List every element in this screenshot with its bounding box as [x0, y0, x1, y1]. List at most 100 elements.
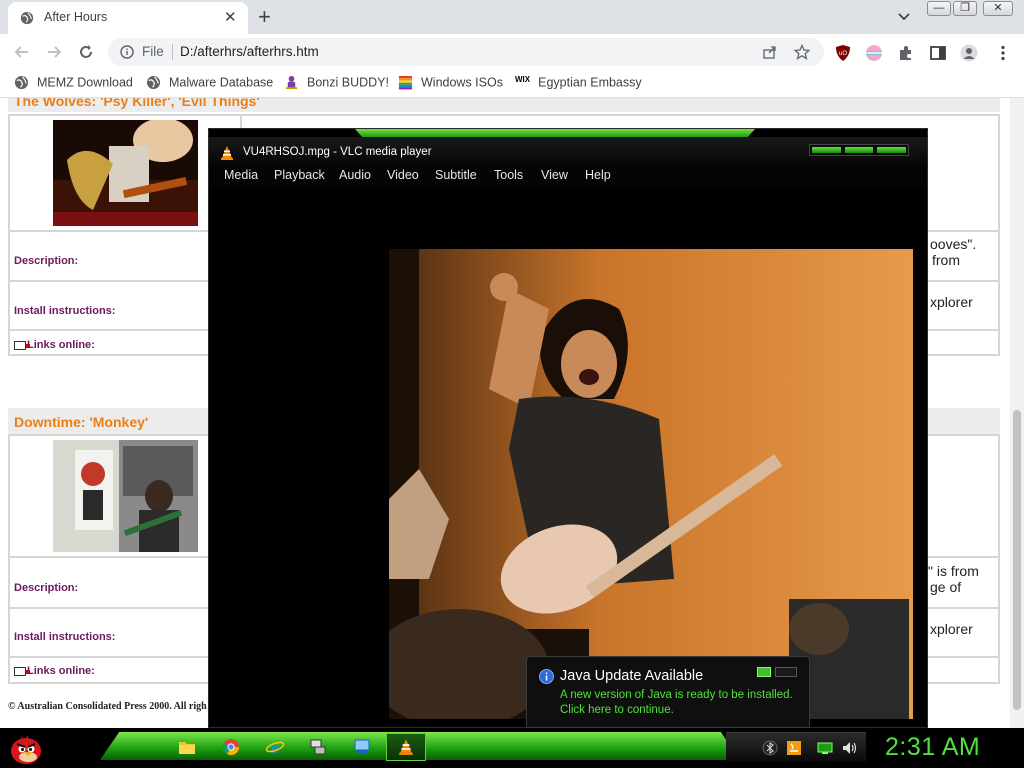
- vlc-menu-media[interactable]: Media: [224, 168, 258, 182]
- section-title-wolves: The Wolves: 'Psy Killer', 'Evil Things': [14, 98, 260, 109]
- extensions-puzzle-icon[interactable]: [897, 44, 915, 62]
- tab-after-hours[interactable]: After Hours ✕: [8, 2, 248, 34]
- vlc-menu-video[interactable]: Video: [387, 168, 419, 182]
- svg-text:e: e: [271, 738, 279, 756]
- description-text-fragment: ge of: [930, 579, 962, 595]
- svg-text:uO: uO: [839, 51, 847, 57]
- address-scheme: File: [142, 44, 164, 59]
- taskbar: e 2:31 AM: [0, 728, 1024, 768]
- vlc-window[interactable]: VU4RHSOJ.mpg - VLC media player Media Pl…: [208, 128, 928, 728]
- tab-search-chevron-icon[interactable]: [896, 8, 912, 24]
- description-label: Description:: [14, 582, 79, 594]
- vlc-menu-audio[interactable]: Audio: [339, 168, 371, 182]
- guitarist-photo: [53, 120, 198, 226]
- notification-title: Java Update Available: [560, 668, 704, 684]
- install-instructions-label: Install instructions:: [14, 305, 116, 317]
- tab-title: After Hours: [44, 10, 108, 24]
- taskbar-vlc[interactable]: [386, 733, 426, 761]
- back-arrow-icon[interactable]: [12, 42, 32, 62]
- vlc-menu-help[interactable]: Help: [585, 168, 611, 182]
- taskbar-control-panel[interactable]: [342, 733, 382, 761]
- internet-explorer-icon: e: [265, 738, 285, 756]
- notification-message: A new version of Java is ready to be ins…: [560, 689, 793, 701]
- bookmark-egyptian-embassy[interactable]: WIX Egyptian Embassy: [515, 75, 642, 93]
- vlc-close-button[interactable]: [877, 147, 907, 153]
- vlc-maximize-button[interactable]: [844, 147, 874, 153]
- side-panel-icon[interactable]: [929, 44, 947, 62]
- tray-bluetooth-icon[interactable]: [762, 740, 778, 756]
- start-button-angry-bird-icon[interactable]: [6, 730, 46, 766]
- vlc-cone-icon: [221, 146, 233, 160]
- scrollbar-thumb[interactable]: [1013, 410, 1021, 710]
- address-bar[interactable]: File D:/afterhrs/afterhrs.htm: [108, 38, 824, 66]
- vlc-menu-playback[interactable]: Playback: [274, 168, 325, 182]
- vlc-menu-tools[interactable]: Tools: [494, 168, 523, 182]
- vlc-video-frame[interactable]: [389, 249, 913, 719]
- control-panel-icon: [354, 739, 370, 754]
- reload-icon[interactable]: [76, 42, 96, 62]
- install-text-fragment: xplorer: [930, 294, 973, 310]
- tray-java-icon[interactable]: [786, 740, 802, 756]
- minimize-button[interactable]: —: [927, 1, 951, 16]
- profile-avatar-icon[interactable]: [960, 44, 978, 62]
- chrome-icon: [222, 739, 240, 756]
- file-explorer-icon: [179, 742, 195, 754]
- bonzi-icon: [285, 76, 298, 90]
- links-online-link[interactable]: Links online:: [14, 665, 95, 677]
- taskbar-internet-explorer[interactable]: e: [255, 733, 295, 761]
- band-poster-photo: [53, 440, 198, 552]
- vlc-title-bar[interactable]: VU4RHSOJ.mpg - VLC media player: [209, 137, 927, 167]
- info-icon[interactable]: [120, 45, 134, 59]
- taskbar-chrome[interactable]: [211, 733, 251, 761]
- bookmark-bonzi-buddy[interactable]: Bonzi BUDDY!: [284, 75, 389, 93]
- share-icon[interactable]: [762, 44, 778, 60]
- page-scrollbar[interactable]: [1010, 98, 1024, 728]
- close-window-button[interactable]: ✕: [983, 1, 1013, 16]
- tray-network-icon[interactable]: [817, 740, 833, 756]
- notification-options-button[interactable]: [757, 667, 771, 677]
- globe-icon: [14, 76, 29, 90]
- bookmark-memz-download[interactable]: MEMZ Download: [14, 75, 133, 93]
- vlc-menu-view[interactable]: View: [541, 168, 568, 182]
- description-text-fragment: from: [932, 252, 960, 268]
- new-tab-button[interactable]: +: [258, 4, 271, 30]
- info-icon: [539, 669, 554, 684]
- bookmark-star-icon[interactable]: [794, 44, 810, 60]
- bookmark-windows-isos[interactable]: Windows ISOs: [398, 75, 503, 93]
- tab-strip: After Hours ✕ + — ❐ ✕: [0, 0, 1024, 34]
- tab-close-icon[interactable]: ✕: [224, 8, 237, 26]
- globe-icon: [146, 76, 161, 90]
- taskbar-file-explorer[interactable]: [167, 733, 207, 761]
- network-icon: [310, 739, 326, 755]
- address-url[interactable]: D:/afterhrs/afterhrs.htm: [180, 44, 319, 59]
- band-photo-wolves: [53, 120, 198, 226]
- install-text-fragment: xplorer: [930, 621, 973, 637]
- globe-icon: [20, 11, 34, 25]
- taskbar-network-app[interactable]: [298, 733, 338, 761]
- copyright-footer: © Australian Consolidated Press 2000. Al…: [8, 701, 207, 712]
- vlc-menu-subtitle[interactable]: Subtitle: [435, 168, 477, 182]
- links-online-link[interactable]: Links online:: [14, 339, 95, 351]
- tray-volume-icon[interactable]: [841, 740, 857, 756]
- restore-button[interactable]: ❐: [953, 1, 977, 16]
- browser-toolbar: File D:/afterhrs/afterhrs.htm uO: [0, 34, 1024, 70]
- ublock-origin-icon[interactable]: uO: [834, 44, 852, 62]
- taskbar-clock[interactable]: 2:31 AM: [885, 733, 980, 762]
- vlc-window-controls: [809, 144, 909, 156]
- description-text-fragment: " is from: [928, 563, 979, 579]
- description-text-fragment: ooves".: [930, 236, 977, 252]
- vlc-minimize-button[interactable]: [812, 147, 841, 153]
- java-update-notification[interactable]: Java Update Available A new version of J…: [526, 656, 810, 728]
- vlc-icon: [399, 739, 413, 755]
- notification-close-button[interactable]: [775, 667, 797, 677]
- band-photo-downtime: [53, 440, 198, 552]
- forward-arrow-icon[interactable]: [44, 42, 64, 62]
- kebab-menu-icon[interactable]: [994, 44, 1012, 62]
- bookmarks-bar: MEMZ Download Malware Database Bonzi BUD…: [0, 70, 1024, 98]
- notification-link[interactable]: Click here to continue.: [560, 704, 674, 716]
- address-separator: [172, 44, 173, 60]
- bookmark-malware-database[interactable]: Malware Database: [146, 75, 273, 93]
- link-icon: [14, 340, 30, 350]
- description-label: Description:: [14, 255, 79, 267]
- extension-circle-icon[interactable]: [865, 44, 883, 62]
